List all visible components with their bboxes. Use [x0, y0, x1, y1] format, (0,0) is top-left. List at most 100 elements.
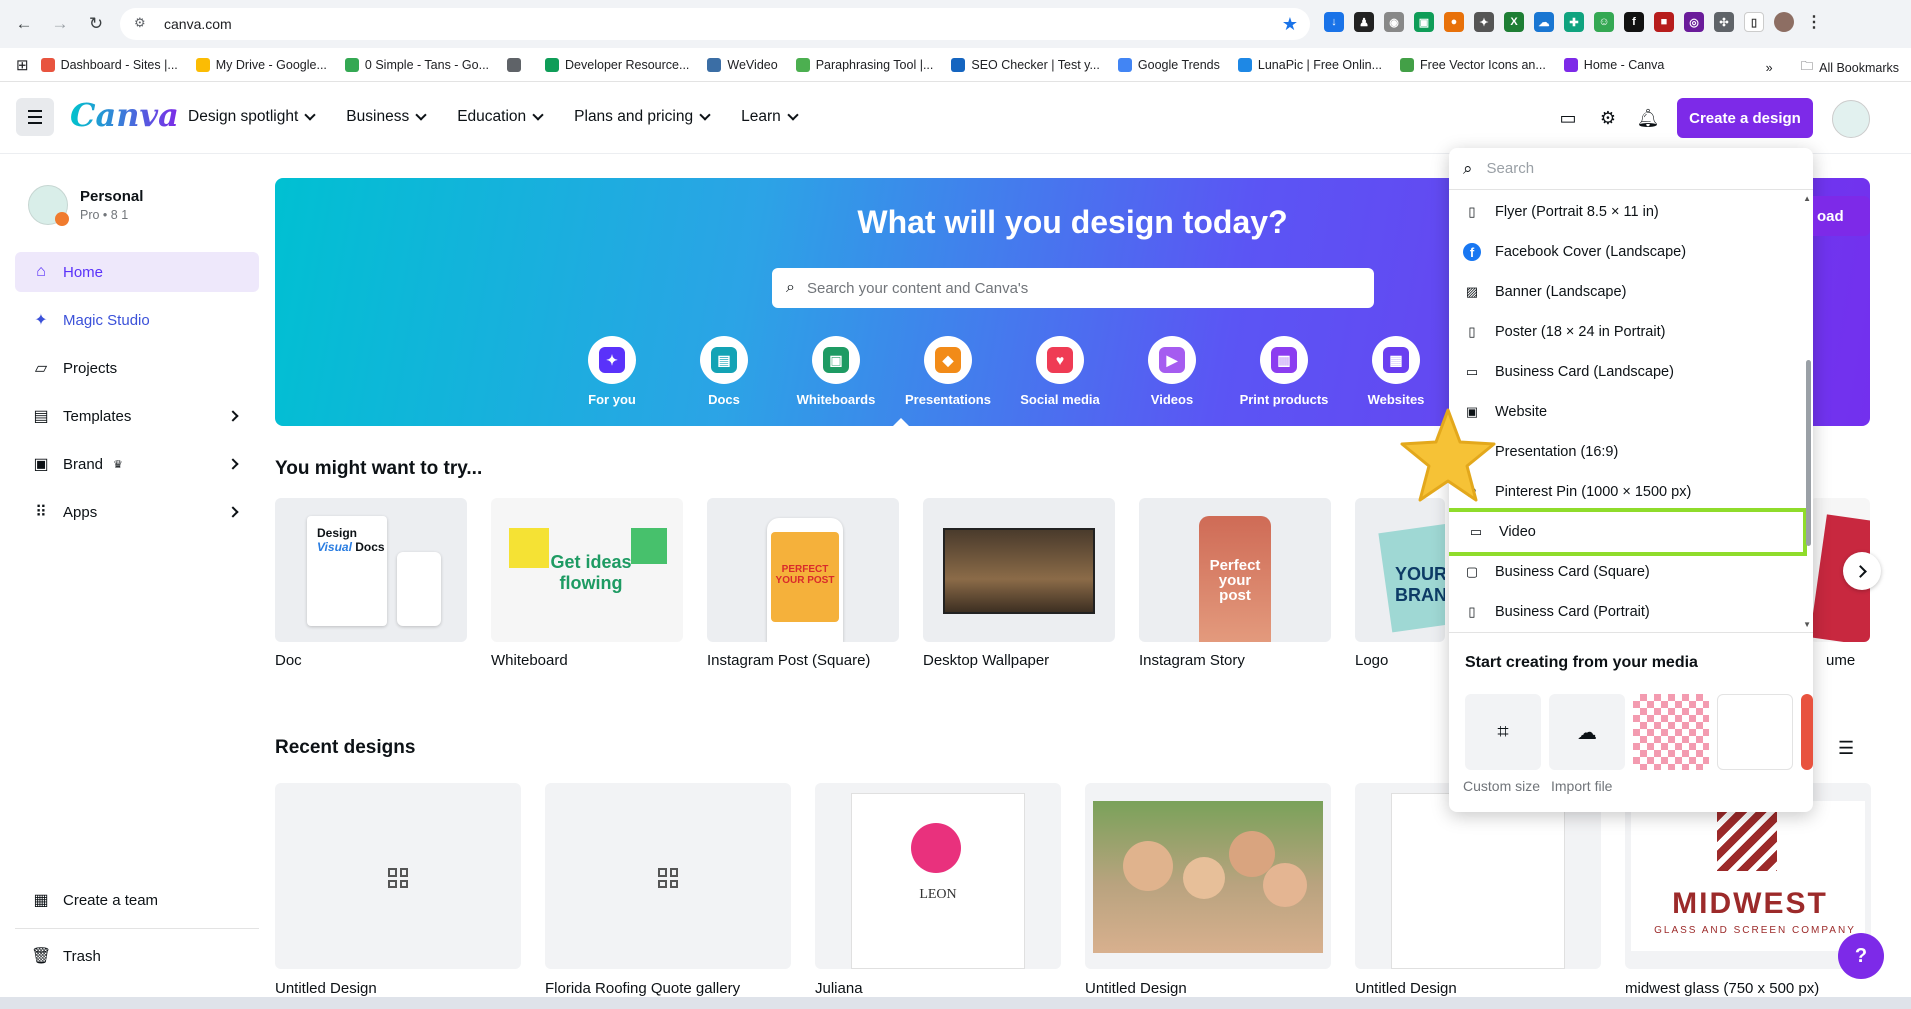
- account-switcher[interactable]: Personal Pro • 8 1: [28, 185, 143, 226]
- nav-plans-pricing[interactable]: Plans and pricing: [574, 108, 711, 126]
- address-bar[interactable]: ⚙ canva.com ★: [120, 8, 1310, 40]
- sidebar-item-home[interactable]: ⌂ Home: [15, 252, 259, 292]
- extension-icon[interactable]: ■: [1654, 12, 1674, 32]
- nav-design-spotlight[interactable]: Design spotlight: [188, 108, 316, 126]
- nav-learn[interactable]: Learn: [741, 108, 799, 126]
- custom-size-button[interactable]: ⌗: [1465, 694, 1541, 770]
- camera-icon[interactable]: ◉: [1384, 12, 1404, 32]
- import-file-button[interactable]: ☁: [1549, 694, 1625, 770]
- extension-icon[interactable]: f: [1624, 12, 1644, 32]
- recent-card[interactable]: LEON: [815, 783, 1061, 969]
- design-type-business-card-portrait[interactable]: ▯ Business Card (Portrait): [1449, 592, 1801, 632]
- category-print-products[interactable]: ▥ Print products: [1232, 336, 1336, 407]
- try-card-doc[interactable]: Design Visual Docs: [275, 498, 467, 642]
- extension-icon[interactable]: ●: [1444, 12, 1464, 32]
- design-type-banner[interactable]: ▨ Banner (Landscape): [1449, 272, 1801, 312]
- bookmark-item[interactable]: Google Trends: [1117, 57, 1220, 72]
- design-type-presentation[interactable]: ▭Presentation (16:9): [1449, 432, 1801, 472]
- design-type-flyer[interactable]: ▯ Flyer (Portrait 8.5 × 11 in): [1449, 192, 1801, 232]
- dropdown-scrollbar[interactable]: [1806, 360, 1811, 546]
- media-thumbnail[interactable]: [1717, 694, 1793, 770]
- bookmark-star-icon[interactable]: ★: [1282, 14, 1298, 35]
- carousel-next-button[interactable]: [1843, 552, 1881, 590]
- try-card-whiteboard[interactable]: Get ideas flowing: [491, 498, 683, 642]
- bookmark-item[interactable]: Developer Resource...: [545, 57, 689, 72]
- design-type-poster[interactable]: ▯ Poster (18 × 24 in Portrait): [1449, 312, 1801, 352]
- category-whiteboards[interactable]: ▣ Whiteboards: [784, 336, 888, 407]
- bookmark-item[interactable]: Free Vector Icons an...: [1400, 57, 1546, 72]
- media-thumbnail[interactable]: [1633, 694, 1709, 770]
- extension-icon[interactable]: ◎: [1684, 12, 1704, 32]
- forward-icon[interactable]: →: [48, 12, 72, 36]
- bookmark-item[interactable]: WeVideo: [707, 57, 778, 72]
- recent-card[interactable]: [275, 783, 521, 969]
- sidebar-item-magic-studio[interactable]: ✦ Magic Studio: [15, 300, 259, 340]
- scroll-up-icon[interactable]: ▲: [1803, 194, 1811, 203]
- category-docs[interactable]: ▤ Docs: [672, 336, 776, 407]
- sidebar-item-brand[interactable]: ▣ Brand ♛: [15, 444, 259, 484]
- bookmark-item[interactable]: 0 Simple - Tans - Go...: [344, 57, 489, 72]
- scroll-down-icon[interactable]: ▼: [1803, 620, 1811, 629]
- extension-icon[interactable]: ✦: [1474, 12, 1494, 32]
- puzzle-icon[interactable]: ✣: [1714, 12, 1734, 32]
- design-type-facebook-cover[interactable]: f Facebook Cover (Landscape): [1449, 232, 1801, 272]
- menu-dots-icon[interactable]: ⋮: [1804, 12, 1824, 32]
- media-thumbnail[interactable]: [1801, 694, 1813, 770]
- create-team-button[interactable]: ▦ Create a team: [15, 880, 259, 920]
- recent-card[interactable]: [545, 783, 791, 969]
- category-videos[interactable]: ▶ Videos: [1120, 336, 1224, 407]
- bookmark-item[interactable]: My Drive - Google...: [195, 57, 327, 72]
- user-avatar[interactable]: [1832, 100, 1870, 138]
- design-type-pinterest-pin[interactable]: PPinterest Pin (1000 × 1500 px): [1449, 472, 1801, 512]
- try-card-instagram-story[interactable]: Perfect your post: [1139, 498, 1331, 642]
- back-icon[interactable]: ←: [12, 12, 36, 36]
- design-type-business-card-square[interactable]: ▢ Business Card (Square): [1449, 552, 1801, 592]
- nav-business[interactable]: Business: [346, 108, 427, 126]
- category-presentations[interactable]: ◆ Presentations: [896, 336, 1000, 407]
- bookmark-item[interactable]: SEO Checker | Test y...: [951, 57, 1100, 72]
- sidebar-item-trash[interactable]: 🗑︎ Trash: [15, 936, 259, 976]
- notifications-bell-icon[interactable]: 🔔︎: [1636, 106, 1660, 130]
- list-view-icon[interactable]: ☰: [1838, 738, 1854, 759]
- design-type-video[interactable]: ▭ Video: [1449, 508, 1807, 556]
- apps-grid-icon[interactable]: ⊞: [16, 56, 29, 74]
- extension-icon[interactable]: ↓: [1324, 12, 1344, 32]
- sidebar-item-templates[interactable]: ▤ Templates: [15, 396, 259, 436]
- extension-icon[interactable]: ✚: [1564, 12, 1584, 32]
- design-type-website[interactable]: ▣ Website: [1449, 392, 1801, 432]
- bookmark-item[interactable]: Paraphrasing Tool |...: [795, 57, 933, 72]
- help-button[interactable]: ?: [1838, 933, 1884, 979]
- bookmark-item[interactable]: Home - Canva: [1563, 57, 1664, 72]
- category-social-media[interactable]: ♥ Social media: [1008, 336, 1112, 407]
- overflow-chevron-icon[interactable]: »: [1766, 61, 1773, 75]
- panel-icon[interactable]: ▯: [1744, 12, 1764, 32]
- site-info-icon[interactable]: ⚙: [134, 15, 152, 33]
- try-card-instagram-post[interactable]: PERFECT YOUR POST: [707, 498, 899, 642]
- bookmark-item[interactable]: [507, 57, 527, 72]
- hero-search-input[interactable]: ⌕ Search your content and Canva's: [772, 268, 1374, 308]
- canva-logo[interactable]: Canva: [70, 96, 179, 134]
- settings-gear-icon[interactable]: ⚙: [1596, 106, 1620, 130]
- sidebar-item-projects[interactable]: ▱ Projects: [15, 348, 259, 388]
- extension-icon[interactable]: ▣: [1414, 12, 1434, 32]
- sidebar-item-apps[interactable]: ⠿ Apps: [15, 492, 259, 532]
- dropdown-search-input[interactable]: ⌕ Search: [1449, 148, 1813, 190]
- try-card-desktop-wallpaper[interactable]: [923, 498, 1115, 642]
- design-type-business-card-landscape[interactable]: ▭ Business Card (Landscape): [1449, 352, 1801, 392]
- extension-icon[interactable]: ♟: [1354, 12, 1374, 32]
- profile-avatar[interactable]: [1774, 12, 1794, 32]
- bookmark-item[interactable]: Dashboard - Sites |...: [40, 57, 178, 72]
- category-websites[interactable]: ▦ Websites: [1344, 336, 1448, 407]
- nav-education[interactable]: Education: [457, 108, 544, 126]
- extension-icon[interactable]: ☺: [1594, 12, 1614, 32]
- desktop-app-icon[interactable]: ▭: [1556, 106, 1580, 130]
- recent-card[interactable]: [1085, 783, 1331, 969]
- bookmark-item[interactable]: LunaPic | Free Onlin...: [1237, 57, 1382, 72]
- all-bookmarks[interactable]: » 🗀 All Bookmarks: [1766, 57, 1899, 78]
- upload-button-partial[interactable]: oad: [1813, 196, 1870, 236]
- excel-icon[interactable]: X: [1504, 12, 1524, 32]
- category-for-you[interactable]: ✦ For you: [560, 336, 664, 407]
- extension-icon[interactable]: ☁: [1534, 12, 1554, 32]
- reload-icon[interactable]: ↻: [84, 12, 108, 36]
- try-card-logo[interactable]: YOUR BRAN: [1355, 498, 1445, 642]
